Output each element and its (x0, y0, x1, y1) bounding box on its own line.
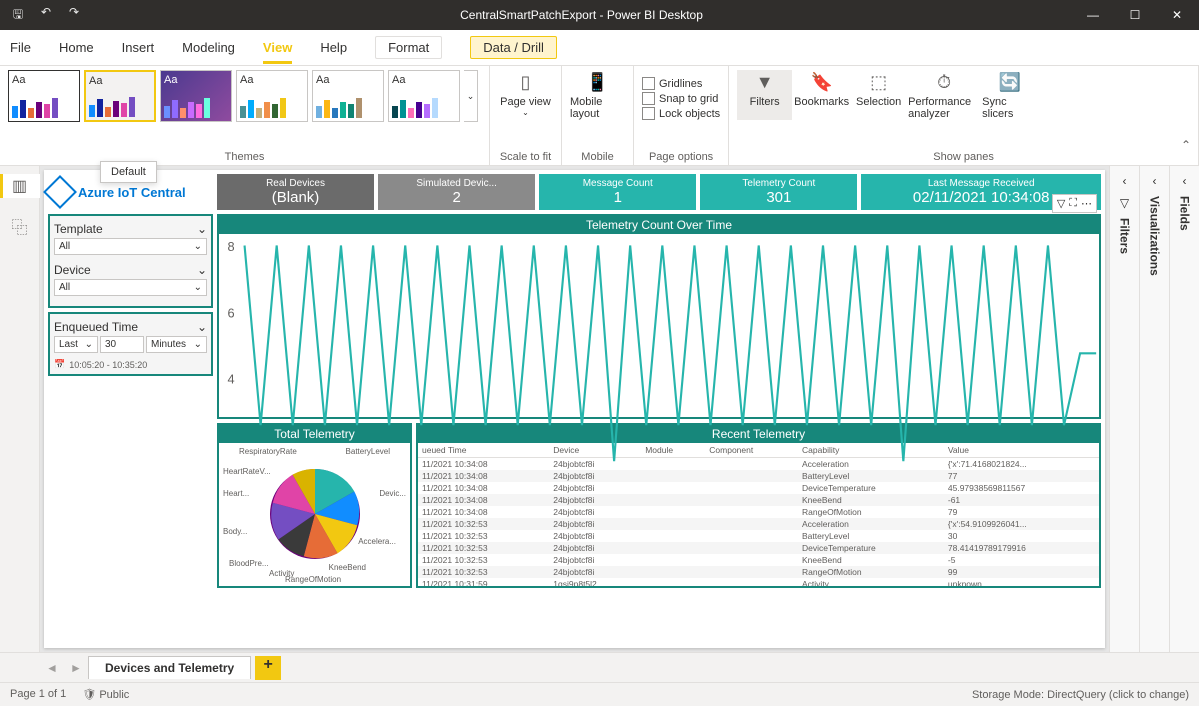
table-row[interactable]: 11/2021 10:34:0824bjobtcf8iBatteryLevel7… (418, 470, 1099, 482)
kpi-tel-count[interactable]: Telemetry Count301 (700, 174, 857, 210)
table-row[interactable]: 11/2021 10:32:5324bjobtcf8iAcceleration{… (418, 518, 1099, 530)
tab-next-icon[interactable]: ► (64, 661, 88, 675)
menu-insert[interactable]: Insert (122, 40, 155, 55)
perf-analyzer-button[interactable]: ⏱Performance analyzer (908, 70, 980, 120)
selection-icon: ⬚ (867, 70, 891, 94)
pie-chart-visual[interactable]: Total Telemetry RespiratoryRate BatteryL… (217, 423, 412, 588)
shield-icon: 🛡 (82, 689, 96, 701)
table-row[interactable]: 11/2021 10:34:0824bjobtcf8iKneeBend-61 (418, 494, 1099, 506)
stopwatch-icon: ⏱ (932, 70, 956, 94)
kpi-sim-devices[interactable]: Simulated Devic...2 (378, 174, 535, 210)
lock-check[interactable]: Lock objects (642, 106, 720, 121)
funnel-icon: ▼ (753, 70, 777, 94)
mobile-icon: 📱 (586, 70, 610, 94)
filter-icon[interactable]: ▽ (1057, 197, 1065, 210)
themes-group-label: Themes (8, 151, 481, 165)
svg-text:4: 4 (228, 371, 235, 386)
table-row[interactable]: 11/2021 10:32:5324bjobtcf8iBatteryLevel3… (418, 530, 1099, 542)
theme-thumb-2[interactable]: Aa (84, 70, 156, 122)
add-page-button[interactable]: + (255, 656, 281, 680)
focus-icon[interactable]: ⛶ (1069, 197, 1077, 210)
table-row[interactable]: 11/2021 10:31:591qsi9p8t5l2Activityunkno… (418, 578, 1099, 586)
sync-icon: 🔄 (998, 70, 1022, 94)
menu-modeling[interactable]: Modeling (182, 40, 235, 55)
filters-pane-collapsed[interactable]: ‹▽Filters (1109, 166, 1139, 652)
window-title: CentralSmartPatchExport - Power BI Deskt… (84, 8, 1079, 22)
table-row[interactable]: 11/2021 10:32:5324bjobtcf8iRangeOfMotion… (418, 566, 1099, 578)
page-tabs: ◄ ► Devices and Telemetry + (0, 652, 1199, 682)
statusbar: Page 1 of 1 🛡 Public Storage Mode: Direc… (0, 682, 1199, 706)
visual-toolbar[interactable]: ▽ ⛶ ⋯ (1052, 194, 1097, 213)
save-icon[interactable]: 🖫 (8, 5, 28, 26)
bookmarks-button[interactable]: 🔖Bookmarks (794, 70, 849, 120)
ribbon-collapse-icon[interactable]: ⌃ (1181, 138, 1191, 152)
svg-text:6: 6 (228, 305, 235, 320)
storage-mode[interactable]: Storage Mode: DirectQuery (click to chan… (972, 689, 1189, 701)
close-icon[interactable]: ✕ (1163, 8, 1191, 22)
sensitivity-label[interactable]: 🛡 Public (82, 688, 129, 701)
menu-view[interactable]: View (263, 40, 292, 64)
bookmark-icon: 🔖 (810, 70, 834, 94)
themes-dropdown[interactable]: ⌄ (464, 70, 478, 122)
svg-text:8: 8 (228, 239, 235, 254)
kpi-msg-count[interactable]: Message Count1 (539, 174, 696, 210)
report-canvas[interactable]: Azure IoT Central Real Devices(Blank) Si… (40, 166, 1109, 652)
theme-thumb-6[interactable]: Aa (388, 70, 460, 122)
menu-file[interactable]: File (10, 40, 31, 55)
gridlines-check[interactable]: Gridlines (642, 76, 720, 91)
theme-thumb-3[interactable]: Aa (160, 70, 232, 122)
model-view-icon[interactable]: ⿻ (8, 214, 32, 238)
table-row[interactable]: 11/2021 10:32:5324bjobtcf8iKneeBend-5 (418, 554, 1099, 566)
sync-slicers-button[interactable]: 🔄Sync slicers (982, 70, 1037, 120)
funnel-icon: ▽ (1120, 196, 1129, 210)
table-row[interactable]: 11/2021 10:32:5324bjobtcf8iDeviceTempera… (418, 542, 1099, 554)
chevron-down-icon[interactable]: ⌄ (197, 222, 207, 236)
menu-format[interactable]: Format (375, 36, 442, 59)
fields-pane-collapsed[interactable]: ‹Fields (1169, 166, 1199, 652)
ribbon: ⌃ Aa Aa Aa Aa Aa Aa ⌄ Themes Default ▯Pa… (0, 66, 1199, 166)
tab-prev-icon[interactable]: ◄ (40, 661, 64, 675)
line-chart-visual[interactable]: Telemetry Count Over Time 864 10:1010:15… (217, 214, 1101, 419)
snap-check[interactable]: Snap to grid (642, 91, 720, 106)
titlebar: 🖫 ↶ ↷ CentralSmartPatchExport - Power BI… (0, 0, 1199, 30)
selection-button[interactable]: ⬚Selection (851, 70, 906, 120)
page-tab[interactable]: Devices and Telemetry (88, 656, 251, 679)
visualizations-pane-collapsed[interactable]: ‹Visualizations (1139, 166, 1169, 652)
theme-tooltip: Default (100, 161, 157, 183)
filters-pane-button[interactable]: ▼Filters (737, 70, 792, 120)
mobile-layout-button[interactable]: 📱Mobile layout (570, 70, 625, 120)
slicer-template-device[interactable]: Template⌄ All⌄ Device⌄ All⌄ (48, 214, 213, 308)
minimize-icon[interactable]: — (1079, 8, 1107, 22)
calendar-icon: 📅 (54, 359, 65, 370)
page-view-button[interactable]: ▯Page view⌄ (498, 70, 553, 117)
menu-home[interactable]: Home (59, 40, 94, 55)
table-row[interactable]: 11/2021 10:34:0824bjobtcf8iDeviceTempera… (418, 482, 1099, 494)
maximize-icon[interactable]: ☐ (1121, 8, 1149, 22)
theme-thumb-1[interactable]: Aa (8, 70, 80, 122)
undo-icon[interactable]: ↶ (36, 5, 56, 26)
slicer-enqueued-time[interactable]: Enqueued Time⌄ Last⌄ 30 Minutes⌄ 📅10:05:… (48, 312, 213, 376)
report-view-icon[interactable]: ▥ (0, 174, 40, 198)
theme-thumb-4[interactable]: Aa (236, 70, 308, 122)
menu-datadrill[interactable]: Data / Drill (470, 36, 557, 59)
page-indicator: Page 1 of 1 (10, 688, 66, 701)
more-icon[interactable]: ⋯ (1081, 197, 1092, 210)
redo-icon[interactable]: ↷ (64, 5, 84, 26)
theme-thumb-5[interactable]: Aa (312, 70, 384, 122)
hex-logo-icon (43, 175, 77, 209)
page-view-icon: ▯ (514, 70, 538, 94)
kpi-real-devices[interactable]: Real Devices(Blank) (217, 174, 374, 210)
view-rail: ▥ ⿻ (0, 166, 40, 652)
menubar: File Home Insert Modeling View Help Form… (0, 30, 1199, 66)
table-row[interactable]: 11/2021 10:34:0824bjobtcf8iRangeOfMotion… (418, 506, 1099, 518)
menu-help[interactable]: Help (320, 40, 347, 55)
